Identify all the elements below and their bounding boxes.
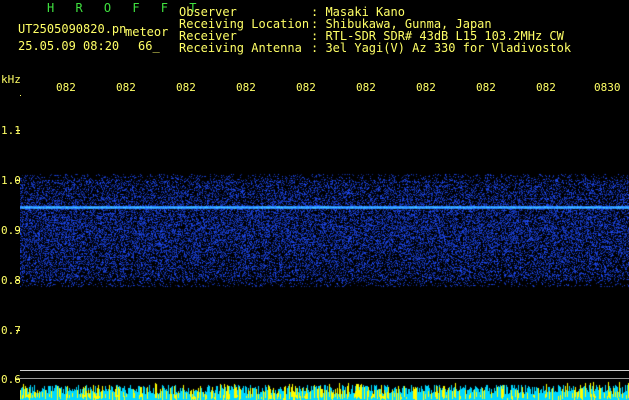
time-tick-label: 082: [356, 81, 376, 94]
reference-line: [20, 378, 629, 379]
time-tick-label: 082: [176, 81, 196, 94]
field-value-antenna: : 3el Yagi(V) Az 330 for Vladivostok: [311, 41, 572, 55]
count-label: 66_: [138, 39, 160, 53]
filename-label: UT2505090820.pn: [18, 22, 127, 36]
y-axis-unit: kHz: [1, 73, 21, 86]
time-tick-label: 082: [296, 81, 316, 94]
time-tick-label: 082: [236, 81, 256, 94]
reference-line: [20, 370, 629, 371]
time-tick-label: 082: [116, 81, 136, 94]
time-tick-label: 082: [476, 81, 496, 94]
field-label-antenna: Receiving Antenna: [179, 41, 302, 55]
time-tick-label: 082: [56, 81, 76, 94]
mode-label: meteor: [125, 25, 169, 39]
time-tick-label: 082: [416, 81, 436, 94]
time-tick-label: 0830: [594, 81, 621, 94]
time-tick-label: 082: [536, 81, 556, 94]
spectrogram-display: [20, 96, 629, 400]
datetime-label: 25.05.09 08:20: [18, 39, 120, 53]
